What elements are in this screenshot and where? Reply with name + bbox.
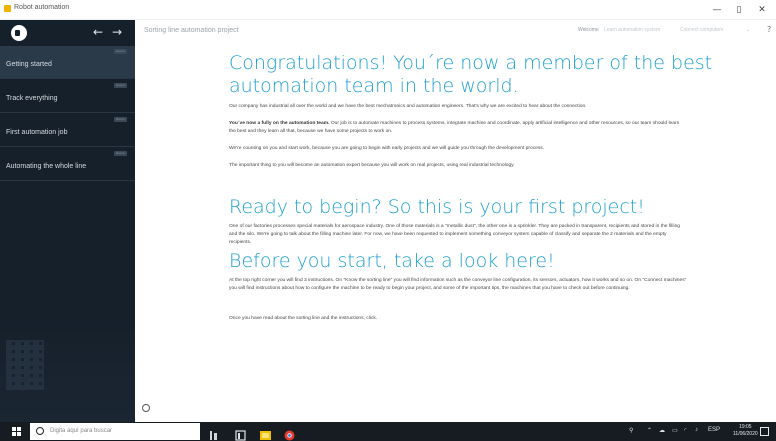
back-arrow-icon[interactable]: ←: [93, 25, 103, 39]
welcome-paragraph-2-lead: You´ve now a fully on the automation tea…: [229, 121, 330, 126]
tray-cloud-icon[interactable]: ☁: [659, 427, 665, 434]
tray-network-icon[interactable]: ▭: [672, 427, 678, 434]
tray-wifi-icon[interactable]: ◜: [684, 427, 686, 434]
folder-icon[interactable]: [260, 426, 271, 440]
taskbar: Digita aquí para buscar ⚲ ⌃ ☁ ▭ ◜ ♪ ESP …: [0, 422, 776, 441]
browser-icon[interactable]: [284, 426, 295, 441]
welcome-paragraph-2: You´ve now a fully on the automation tea…: [229, 120, 687, 136]
window-title: Robot automation: [14, 4, 70, 11]
lesson-badge: lesson: [114, 117, 127, 122]
search-input[interactable]: Digita aquí para buscar: [50, 428, 112, 434]
lesson-badge: lesson: [114, 151, 127, 156]
welcome-heading-line1: Congratulations! You´re now a member of …: [229, 52, 713, 74]
app-logo-icon: [4, 5, 11, 12]
sidebar-item-label: Track everything: [6, 95, 58, 102]
task-view-icon[interactable]: [208, 426, 219, 440]
ready-paragraph: One of our factories processes special m…: [229, 224, 681, 245]
welcome-paragraph-4: The important thing to you will become a…: [229, 163, 515, 168]
sidebar: ← → lesson Getting started lesson Track …: [0, 20, 135, 422]
lesson-badge: lesson: [114, 83, 127, 88]
close-button[interactable]: ✕: [751, 3, 773, 17]
tray-volume-icon[interactable]: ♪: [695, 427, 698, 433]
tray-chevron-up-icon[interactable]: ⌃: [647, 427, 652, 434]
notification-icon[interactable]: [760, 427, 769, 436]
avatar[interactable]: [11, 25, 27, 41]
sidebar-item-getting-started[interactable]: lesson Getting started: [0, 46, 135, 79]
decorative-pattern: [6, 340, 44, 390]
help-icon[interactable]: ?: [767, 25, 771, 34]
sidebar-item-label: First automation job: [6, 129, 68, 136]
minimize-button[interactable]: —: [706, 3, 728, 17]
sidebar-item-label: Automating the whole line: [6, 163, 87, 170]
tray-language[interactable]: ESP: [708, 427, 720, 433]
welcome-heading-line2: automation team in the world.: [229, 75, 519, 97]
clock-time: 19:05: [739, 424, 752, 430]
ready-heading: Ready to begin? So this is your first pr…: [229, 196, 645, 218]
project-title: Sorting line automation project: [144, 27, 239, 34]
chevron-down-icon[interactable]: ⌄: [746, 27, 750, 33]
file-explorer-icon[interactable]: [235, 426, 246, 441]
tab-welcome[interactable]: Welcome: [578, 27, 599, 33]
app-window: Robot automation — ▯ ✕ ← → lesson Gettin…: [0, 0, 776, 441]
sidebar-item-automating-whole-line[interactable]: lesson Automating the whole line: [0, 148, 135, 181]
before-start-heading: Before you start, take a look here!: [229, 250, 555, 272]
lesson-badge: lesson: [114, 49, 127, 54]
search-icon: [36, 427, 44, 435]
top-bar: Sorting line automation project Welcome …: [135, 20, 776, 42]
title-bar: Robot automation — ▯ ✕: [0, 0, 776, 20]
taskbar-search[interactable]: Digita aquí para buscar: [30, 423, 200, 440]
main-content: Congratulations! You´re now a member of …: [135, 42, 776, 422]
settings-icon[interactable]: [142, 404, 150, 412]
before-start-paragraph-1: At the top right corner you will find 3 …: [229, 278, 687, 291]
windows-start-icon[interactable]: [12, 427, 21, 436]
taskbar-clock[interactable]: 19:05 11/06/2020: [733, 424, 758, 438]
sidebar-header: ← →: [0, 20, 135, 46]
sidebar-item-label: Getting started: [6, 61, 52, 68]
sidebar-item-first-automation-job[interactable]: lesson First automation job: [0, 114, 135, 147]
before-start-paragraph-2: Once you have read about the sorting lin…: [229, 316, 378, 321]
tray-person-icon[interactable]: ⚲: [629, 427, 633, 434]
tab-learn-automation-system[interactable]: Learn automation system: [604, 27, 660, 33]
welcome-paragraph-1: Our company has industrial all over the …: [229, 104, 587, 109]
forward-arrow-icon[interactable]: →: [112, 25, 122, 39]
clock-date: 11/06/2020: [733, 431, 758, 437]
sidebar-item-track-everything[interactable]: lesson Track everything: [0, 80, 135, 113]
maximize-button[interactable]: ▯: [728, 3, 750, 17]
welcome-paragraph-3: We're counting on you and start work, be…: [229, 146, 545, 151]
tab-connect-computers[interactable]: Connect computers: [680, 27, 723, 33]
